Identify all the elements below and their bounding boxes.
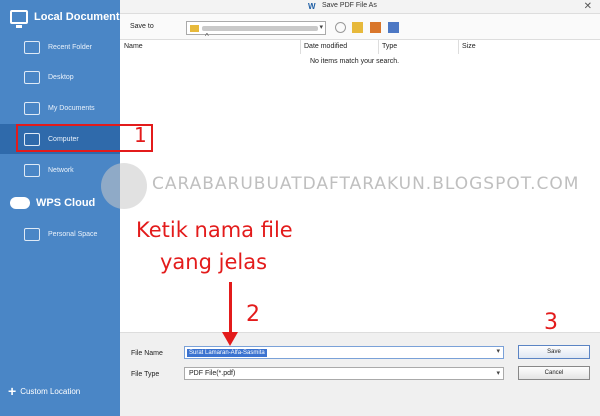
documents-icon [24,101,40,115]
annotation-step-1: 1 [134,123,147,147]
column-date-modified[interactable]: Date modified [304,43,347,50]
cloud-icon [10,197,30,209]
file-list-header: Name Date modified Type Size [120,40,600,54]
annotation-step-2: 2 [246,302,260,327]
file-name-label: File Name [131,350,163,357]
sidebar-item-personal-space[interactable]: Personal Space [0,219,120,249]
file-type-value: PDF File(*.pdf) [189,370,236,377]
window-title: Save PDF File As [322,2,377,9]
toolbar: Save to ▾ [120,14,600,40]
folder-icon [190,24,199,32]
plus-icon: + [8,383,17,399]
annotation-instruction-line-2: yang jelas [160,250,268,274]
up-folder-icon[interactable] [352,22,363,33]
local-document-header[interactable]: Local Document [0,0,120,34]
annotation-highlight-box [16,124,153,152]
desktop-icon [24,70,40,84]
save-to-label: Save to [130,23,154,30]
chevron-down-icon: ▾ [319,24,323,31]
recent-folder-icon [24,40,40,54]
annotation-arrow-head [222,332,238,346]
chevron-down-icon: ▾ [496,370,500,377]
annotation-step-3: 3 [544,310,558,335]
watermark-logo [101,163,147,209]
column-type[interactable]: Type [382,43,397,50]
annotation-arrow [229,282,232,334]
sidebar: Local Document Recent Folder Desktop My … [0,0,120,416]
watermark-text: CARABARUBUATDAFTARAKUN.BLOGSPOT.COM [152,174,580,194]
close-icon[interactable]: ✕ [584,1,592,12]
file-name-input[interactable]: Surat Lamaran-Alfa-Sasmita ▾ [184,346,504,359]
back-icon[interactable] [335,22,346,33]
title-bar: W Save PDF File As ✕ [120,0,600,14]
file-name-value: Surat Lamaran-Alfa-Sasmita [187,349,267,357]
blurred-path [202,25,318,31]
annotation-instruction-line-1: Ketik nama file [136,218,293,242]
column-divider[interactable] [458,40,459,54]
new-folder-icon[interactable] [370,22,381,33]
column-divider[interactable] [378,40,379,54]
cancel-button[interactable]: Cancel [518,366,590,380]
sidebar-item-recent-folder[interactable]: Recent Folder [0,32,120,62]
sidebar-item-desktop[interactable]: Desktop [0,62,120,92]
sidebar-item-my-documents[interactable]: My Documents [0,93,120,123]
column-size[interactable]: Size [462,43,476,50]
view-options-icon[interactable] [388,22,399,33]
save-button[interactable]: Save [518,345,590,359]
custom-location-button[interactable]: + Custom Location [8,380,112,402]
column-divider[interactable] [300,40,301,54]
monitor-icon [10,10,28,28]
personal-space-icon [24,227,40,241]
chevron-down-icon[interactable]: ▾ [496,347,500,355]
empty-message: No items match your search. [310,58,400,65]
file-type-select[interactable]: PDF File(*.pdf) ▾ [184,367,504,380]
file-type-label: File Type [131,371,160,378]
wps-logo-icon: W [308,2,316,11]
column-name[interactable]: Name [124,43,143,50]
network-icon [24,163,40,177]
